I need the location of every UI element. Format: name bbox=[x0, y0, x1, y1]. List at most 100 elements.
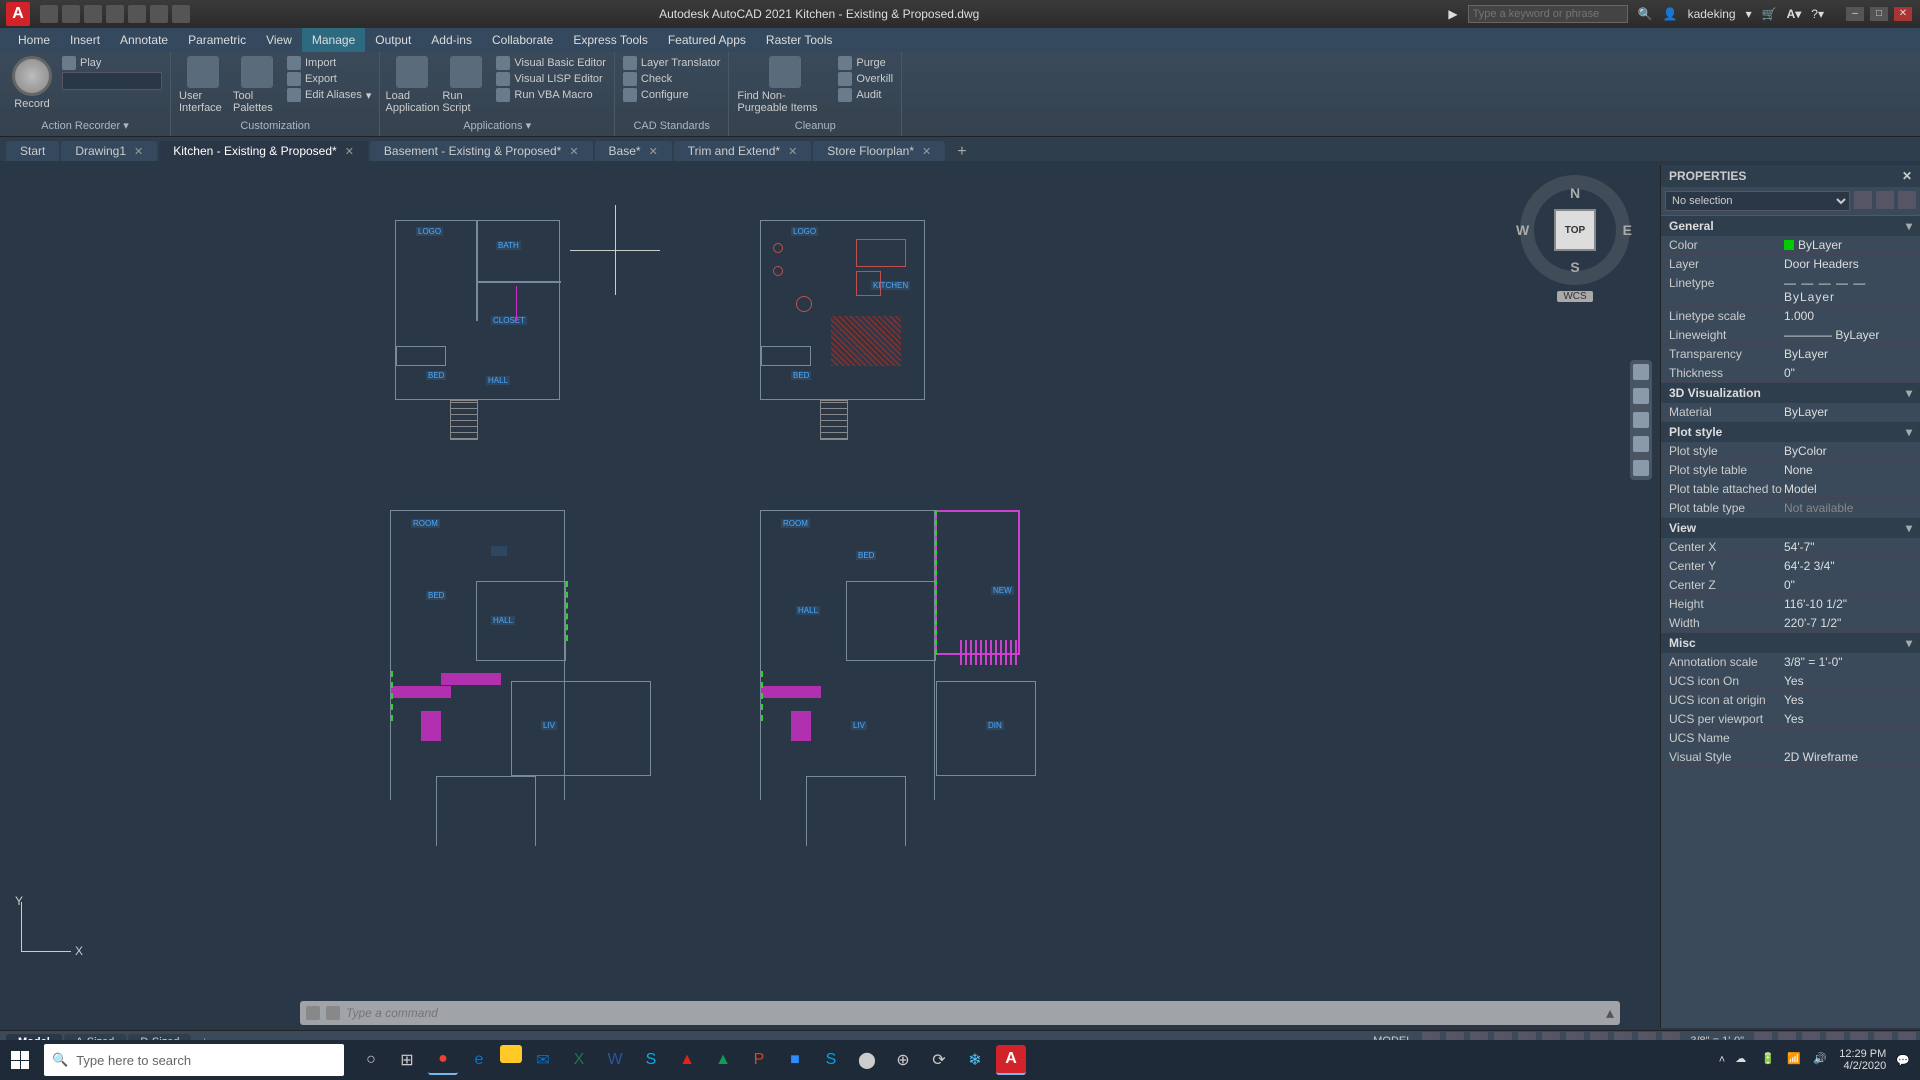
prop-value[interactable]: Yes bbox=[1784, 693, 1912, 707]
tab-trim[interactable]: Trim and Extend*✕ bbox=[674, 141, 811, 161]
taskview-icon[interactable]: ⊞ bbox=[392, 1045, 422, 1075]
menu-collaborate[interactable]: Collaborate bbox=[482, 28, 563, 52]
tab-drawing1[interactable]: Drawing1✕ bbox=[61, 141, 157, 161]
wcs-label[interactable]: WCS bbox=[1557, 291, 1592, 302]
camtasia-icon[interactable]: ⬤ bbox=[852, 1045, 882, 1075]
prop-value[interactable]: 0" bbox=[1784, 578, 1912, 592]
zoom-icon[interactable]: ■ bbox=[780, 1045, 810, 1075]
audit-button[interactable]: Audit bbox=[838, 88, 893, 102]
infocenter-arrow-icon[interactable]: ▶ bbox=[1448, 7, 1457, 21]
qat-new-icon[interactable] bbox=[40, 5, 58, 23]
command-input[interactable] bbox=[346, 1006, 1600, 1020]
viewcube-w[interactable]: W bbox=[1516, 222, 1529, 238]
panel-applications[interactable]: Applications ▾ bbox=[388, 117, 606, 134]
load-app-button[interactable]: Load Application bbox=[388, 56, 436, 114]
prop-value[interactable]: Yes bbox=[1784, 712, 1912, 726]
minimize-button[interactable]: – bbox=[1846, 7, 1864, 21]
prop-value[interactable]: Yes bbox=[1784, 674, 1912, 688]
menu-view[interactable]: View bbox=[256, 28, 302, 52]
orbit-icon[interactable] bbox=[1633, 436, 1649, 452]
qat-save-icon[interactable] bbox=[84, 5, 102, 23]
sync-icon[interactable]: ⟳ bbox=[924, 1045, 954, 1075]
vba-button[interactable]: Run VBA Macro bbox=[496, 88, 606, 102]
purge-button[interactable]: Purge bbox=[838, 56, 893, 70]
cmd-history-icon[interactable]: ▴ bbox=[1606, 1003, 1614, 1023]
share-icon[interactable]: 🛒 bbox=[1762, 7, 1777, 21]
start-button[interactable] bbox=[0, 1040, 40, 1080]
wheel-icon[interactable] bbox=[1633, 364, 1649, 380]
qat-undo-icon[interactable] bbox=[150, 5, 168, 23]
prop-value-linetype[interactable]: — — — — — ByLayer bbox=[1784, 276, 1912, 304]
drive-icon[interactable]: ▲ bbox=[708, 1045, 738, 1075]
menu-output[interactable]: Output bbox=[365, 28, 421, 52]
prop-value[interactable]: 116'-10 1/2" bbox=[1784, 597, 1912, 611]
showmotion-icon[interactable] bbox=[1633, 460, 1649, 476]
battery-icon[interactable]: 🔋 bbox=[1761, 1052, 1777, 1068]
tab-close-icon[interactable]: ✕ bbox=[134, 145, 143, 158]
panel-action-recorder[interactable]: Action Recorder ▾ bbox=[8, 117, 162, 134]
username-label[interactable]: kadeking bbox=[1688, 7, 1736, 21]
snagit-icon[interactable]: S bbox=[816, 1045, 846, 1075]
overkill-button[interactable]: Overkill bbox=[838, 72, 893, 86]
selection-dropdown[interactable]: No selection bbox=[1665, 191, 1850, 211]
viewcube-top-face[interactable]: TOP bbox=[1554, 209, 1596, 251]
menu-insert[interactable]: Insert bbox=[60, 28, 110, 52]
panel-cad-standards[interactable]: CAD Standards bbox=[623, 118, 720, 134]
acrobat-icon[interactable]: ▲ bbox=[672, 1045, 702, 1075]
macro-dropdown[interactable] bbox=[62, 72, 162, 90]
app-icon[interactable]: ⊕ bbox=[888, 1045, 918, 1075]
prop-value-thickness[interactable]: 0" bbox=[1784, 366, 1912, 380]
tab-close-icon[interactable]: ✕ bbox=[345, 145, 354, 158]
autocad-taskbar-icon[interactable]: A bbox=[996, 1045, 1026, 1075]
tab-close-icon[interactable]: ✕ bbox=[922, 145, 931, 158]
record-button[interactable]: Record bbox=[8, 56, 56, 110]
tab-kitchen[interactable]: Kitchen - Existing & Proposed*✕ bbox=[159, 141, 368, 161]
tab-start[interactable]: Start bbox=[6, 141, 59, 161]
help-icon[interactable]: ?▾ bbox=[1811, 7, 1824, 21]
word-icon[interactable]: W bbox=[600, 1045, 630, 1075]
pan-icon[interactable] bbox=[1633, 388, 1649, 404]
quick-select-icon[interactable] bbox=[1854, 191, 1872, 209]
app-store-icon[interactable]: ▾ bbox=[1746, 7, 1752, 21]
chrome-icon[interactable]: ● bbox=[428, 1045, 458, 1075]
excel-icon[interactable]: X bbox=[564, 1045, 594, 1075]
configure-button[interactable]: Configure bbox=[623, 88, 720, 102]
menu-featured[interactable]: Featured Apps bbox=[658, 28, 756, 52]
viewcube-s[interactable]: S bbox=[1570, 259, 1579, 275]
prop-value[interactable]: 64'-2 3/4" bbox=[1784, 559, 1912, 573]
taskbar-search[interactable]: 🔍 Type here to search bbox=[44, 1044, 344, 1076]
cmd-close-icon[interactable] bbox=[306, 1006, 320, 1020]
tab-base[interactable]: Base*✕ bbox=[595, 141, 672, 161]
prop-value-lineweight[interactable]: ———— ByLayer bbox=[1784, 328, 1912, 342]
cui-button[interactable]: User Interface bbox=[179, 56, 227, 114]
qat-redo-icon[interactable] bbox=[172, 5, 190, 23]
qat-open-icon[interactable] bbox=[62, 5, 80, 23]
vlisp-button[interactable]: Visual LISP Editor bbox=[496, 72, 606, 86]
prop-value[interactable]: 220'-7 1/2" bbox=[1784, 616, 1912, 630]
section-general[interactable]: General▾ bbox=[1661, 216, 1920, 236]
app-logo[interactable]: A bbox=[6, 2, 30, 26]
tab-close-icon[interactable]: ✕ bbox=[649, 145, 658, 158]
tool-palettes-button[interactable]: Tool Palettes bbox=[233, 56, 281, 114]
powerpoint-icon[interactable]: P bbox=[744, 1045, 774, 1075]
prop-value-color[interactable]: ByLayer bbox=[1784, 238, 1912, 252]
menu-parametric[interactable]: Parametric bbox=[178, 28, 256, 52]
properties-close-icon[interactable]: ✕ bbox=[1902, 169, 1912, 183]
section-3dviz[interactable]: 3D Visualization▾ bbox=[1661, 383, 1920, 403]
viewcube-n[interactable]: N bbox=[1570, 185, 1580, 201]
section-plot[interactable]: Plot style▾ bbox=[1661, 422, 1920, 442]
panel-customization[interactable]: Customization bbox=[179, 118, 371, 134]
menu-annotate[interactable]: Annotate bbox=[110, 28, 178, 52]
viewcube-e[interactable]: E bbox=[1623, 222, 1632, 238]
system-clock[interactable]: 12:29 PM 4/2/2020 bbox=[1839, 1048, 1886, 1072]
signin-icon[interactable]: 👤 bbox=[1663, 7, 1678, 21]
search-icon[interactable]: 🔍 bbox=[1638, 7, 1653, 21]
zoom-icon[interactable] bbox=[1633, 412, 1649, 428]
check-button[interactable]: Check bbox=[623, 72, 720, 86]
outlook-icon[interactable]: ✉ bbox=[528, 1045, 558, 1075]
panel-cleanup[interactable]: Cleanup bbox=[737, 118, 893, 134]
viewcube[interactable]: N S E W TOP WCS bbox=[1505, 175, 1645, 335]
prop-value-layer[interactable]: Door Headers bbox=[1784, 257, 1912, 271]
wifi-icon[interactable]: 📶 bbox=[1787, 1052, 1803, 1068]
a360-icon[interactable]: A▾ bbox=[1787, 7, 1802, 21]
